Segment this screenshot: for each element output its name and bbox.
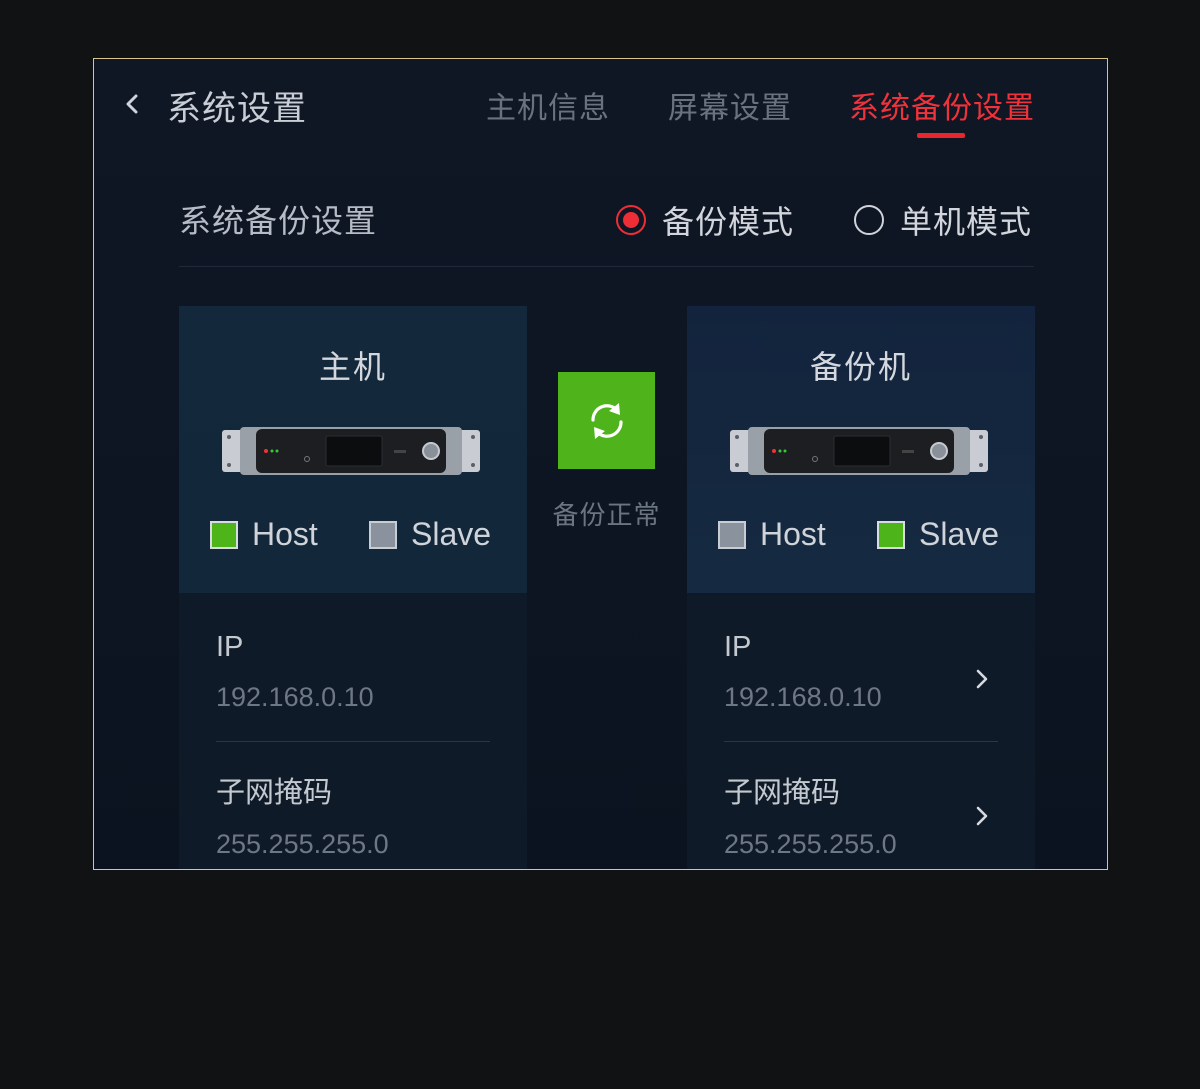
ip-field: IP 192.168.0.10 [216,631,490,713]
radio-unchecked-icon [854,205,884,235]
subnet-mask-field: 子网掩码 255.255.255.0 [216,769,490,860]
field-value: 255.255.255.0 [724,829,897,859]
checkbox-checked-icon [210,520,238,549]
chevron-left-icon [126,94,138,114]
checkbox-slave[interactable]: Slave [369,516,491,553]
settings-panel: 系统设置 主机信息 屏幕设置 系统备份设置 系统备份设置 备份模式 单机模式 主… [93,58,1108,870]
server-device-icon [222,427,480,475]
backup-card: 备份机 Host Slave IP 192.168.0.10 子网掩码 255.… [687,306,1035,869]
field-value: 192.168.0.10 [724,682,882,712]
back-button[interactable] [122,89,146,119]
chevron-right-icon[interactable] [973,802,991,830]
subnet-mask-field[interactable]: 子网掩码 255.255.255.0 [724,769,998,860]
field-divider [724,741,998,742]
checkbox-label: Slave [411,516,492,552]
field-divider [216,741,490,742]
field-value: 255.255.255.0 [216,829,389,859]
checkbox-unchecked-icon [718,520,746,549]
checkbox-slave[interactable]: Slave [877,516,999,553]
field-label: IP [724,631,752,663]
chevron-right-icon[interactable] [973,665,991,693]
section-title: 系统备份设置 [179,202,378,240]
server-device-icon [730,427,988,475]
checkbox-label: Slave [919,516,1000,552]
radio-checked-icon [616,205,646,235]
host-card-header: 主机 Host Slave [179,306,527,593]
role-checkboxes: Host Slave [687,516,1035,556]
tab-backup-settings[interactable]: 系统备份设置 [849,83,1035,127]
checkbox-unchecked-icon [369,520,397,549]
field-value: 192.168.0.10 [216,682,374,712]
field-label: IP [216,631,244,663]
host-card: 主机 Host Slave IP 192.168.0.10 子网掩码 255.2… [179,306,527,869]
backup-card-header: 备份机 Host Slave [687,306,1035,593]
ip-field[interactable]: IP 192.168.0.10 [724,631,998,713]
radio-standalone-mode[interactable]: 单机模式 [854,197,1032,243]
page-title: 系统设置 [167,89,307,129]
checkbox-label: Host [252,516,318,552]
sync-icon [590,402,623,439]
card-title: 备份机 [809,348,912,386]
card-title: 主机 [318,348,387,386]
radio-backup-mode[interactable]: 备份模式 [616,197,794,243]
checkbox-host[interactable]: Host [718,516,826,553]
checkbox-host[interactable]: Host [210,516,318,553]
checkbox-label: Host [760,516,826,552]
field-label: 子网掩码 [216,777,333,809]
tab-host-info[interactable]: 主机信息 [486,83,610,127]
radio-label: 单机模式 [900,203,1033,241]
sync-button[interactable] [558,372,655,469]
section-divider [179,266,1034,267]
active-tab-indicator [917,133,965,138]
checkbox-checked-icon [877,520,905,549]
tab-screen-settings[interactable]: 屏幕设置 [668,83,792,127]
field-label: 子网掩码 [724,777,841,809]
radio-label: 备份模式 [662,203,795,241]
sync-status: 备份正常 [552,501,661,531]
header: 系统设置 主机信息 屏幕设置 系统备份设置 [94,59,1107,159]
role-checkboxes: Host Slave [179,516,527,556]
